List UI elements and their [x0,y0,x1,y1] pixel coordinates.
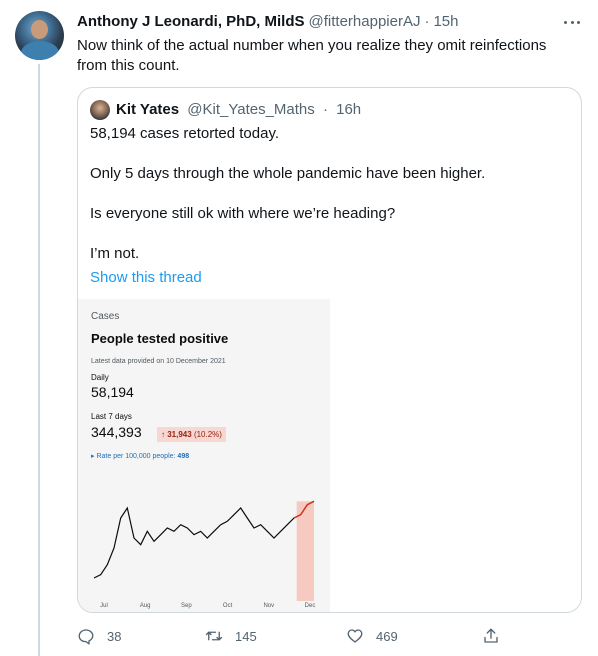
avatar-face [31,20,48,39]
media-change-value: 31,943 [167,430,192,439]
share-button[interactable] [482,625,512,647]
x-tick-label: Aug [140,603,151,609]
quoted-header-separator: · [322,101,328,118]
x-tick-label: Jul [100,603,108,609]
reply-icon [78,629,94,645]
heart-icon [347,629,363,643]
quoted-author-avatar [90,100,110,120]
quoted-author-handle: @Kit_Yates_Maths [187,101,315,118]
media-daily-value: 58,194 [91,384,134,400]
quoted-tweet-header: Kit Yates @Kit_Yates_Maths · 16h [116,100,361,120]
media-rate-value: 498 [177,453,190,460]
tweet-time[interactable]: 15h [433,13,458,30]
tweet-header: Anthony J Leonardi, PhD, MildS @fitterha… [77,13,459,30]
quoted-media-image[interactable]: Cases People tested positive Latest data… [78,299,330,612]
quoted-tweet-time: 16h [336,101,362,118]
show-thread-link[interactable]: Show this thread [90,268,202,288]
thread-line [38,64,40,656]
author-name[interactable]: Anthony J Leonardi, PhD, MildS [77,13,305,30]
like-button[interactable]: 469 [346,625,398,647]
quoted-paragraph: I’m not. [90,245,140,262]
quoted-paragraph: Only 5 days through the whole pandemic h… [90,165,486,182]
avatar-shirt [21,41,59,60]
media-change-badge: ↑ 31,943 (10.2%) [157,427,226,442]
retweet-count: 145 [235,628,257,644]
up-arrow-icon: ↑ [161,430,165,439]
more-options-icon[interactable] [564,14,580,30]
quoted-paragraph: 58,194 cases retorted today. [90,125,280,142]
cases-line-chart: Jul Aug Sep Oct Nov Dec [93,500,316,609]
media-week-label: Last 7 days [91,412,132,421]
reply-count: 38 [107,628,122,644]
media-week-value: 344,393 [91,424,142,440]
tweet-actions-bar: 38 145 469 [0,625,598,649]
retweet-button[interactable]: 145 [205,625,257,647]
media-latest-date: Latest data provided on 10 December 2021 [91,358,226,365]
x-tick-label: Sep [181,603,192,609]
media-change-pct: (10.2%) [193,430,222,439]
last-week-highlight [296,501,314,601]
quoted-paragraph: Is everyone still ok with where we’re he… [90,205,396,222]
reply-button[interactable]: 38 [77,625,121,647]
author-avatar[interactable] [15,11,64,60]
media-daily-label: Daily [91,373,109,382]
header-separator: · [424,13,430,30]
x-tick-label: Oct [223,603,233,609]
like-count: 469 [376,628,398,644]
media-rate-link: ▸ Rate per 100,000 people: 498 [91,452,189,460]
share-icon [484,628,498,643]
tweet-text: Now think of the actual number when you … [77,37,547,74]
media-rate-label: ▸ Rate per 100,000 people: [91,453,176,460]
x-tick-label: Dec [305,603,316,609]
media-title: People tested positive [91,331,229,346]
quoted-author-name: Kit Yates [116,101,180,118]
x-tick-label: Nov [263,603,274,609]
retweet-icon [205,631,223,641]
cases-series-line [93,500,315,579]
quoted-tweet-card[interactable]: Kit Yates @Kit_Yates_Maths · 16h 58,194 … [77,87,582,613]
author-handle[interactable]: @fitterhappierAJ [309,13,421,30]
media-section-label: Cases [91,311,120,322]
